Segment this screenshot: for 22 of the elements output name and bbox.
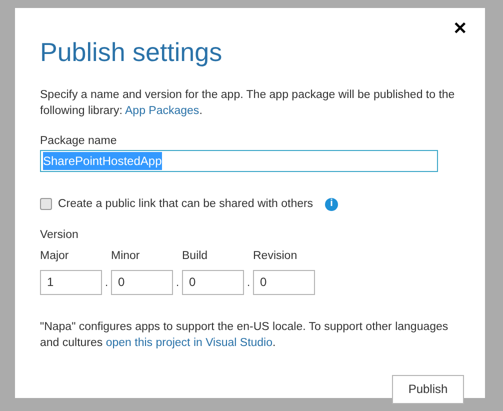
version-label: Version [40,228,80,243]
version-field[interactable]: 1 [40,270,102,294]
locale-note: "Napa" configures apps to support the en-US locale. To support other languages and cultures open this project in Visual Studio. [40,320,450,350]
description-text: Specify a name and version for the app. The app package will be published to the following library: App Packages. [40,88,456,118]
version-field[interactable]: 0 [253,270,315,294]
separator-dot: . [104,276,110,291]
close-button[interactable]: ✕ [453,20,467,37]
version-field-label: Build [182,249,209,264]
version-field[interactable]: 0 [111,270,173,294]
version-field[interactable]: 0 [182,270,244,294]
public-link-label: Create a public link that can be shared with others [58,196,314,212]
separator-dot: . [174,276,180,291]
app-packages-link[interactable]: App Packages [125,104,200,116]
public-link-checkbox[interactable] [40,198,52,210]
publish-button[interactable]: Publish [392,374,464,404]
separator-dot: . [246,276,252,291]
visual-studio-link[interactable]: open this project in Visual Studio [106,336,273,348]
version-field-label: Minor [111,249,141,264]
version-field-label: Revision [253,249,298,264]
package-name-label: Package name [40,134,118,148]
version-field-label: Major [40,249,70,264]
dialog-title: Publish settings [40,36,224,68]
